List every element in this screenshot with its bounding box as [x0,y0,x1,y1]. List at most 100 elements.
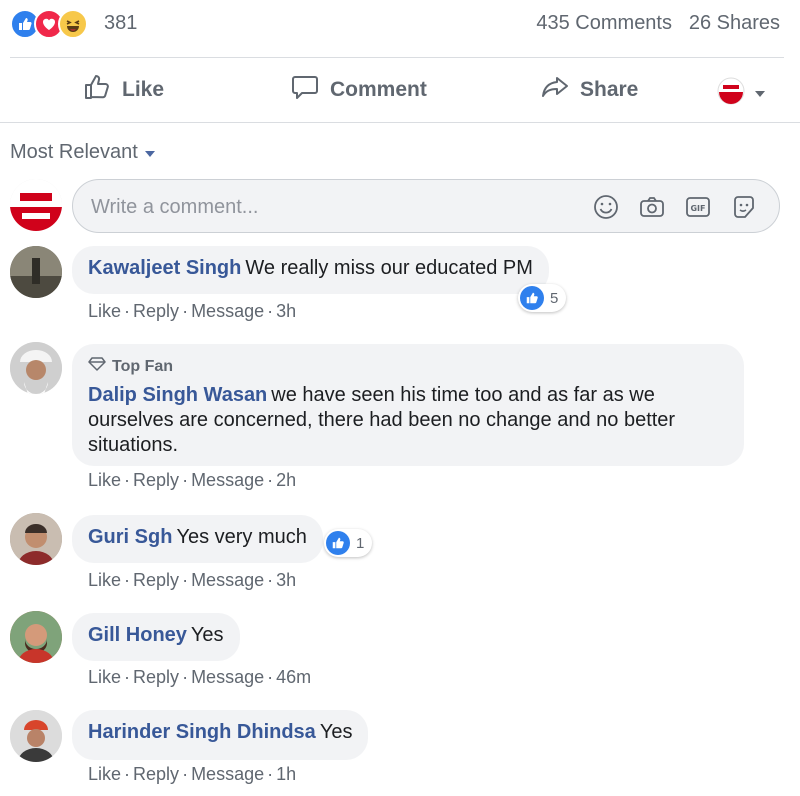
camera-icon[interactable] [637,192,667,222]
divider [10,57,784,58]
share-button[interactable]: Share [540,72,638,108]
comment-reply-link[interactable]: Reply [133,764,179,784]
separator: · [182,667,189,687]
reaction-icons[interactable] [10,9,88,39]
comment-timestamp[interactable]: 46m [276,667,311,687]
comment-input[interactable] [91,192,571,222]
reaction-count[interactable]: 381 [104,12,137,35]
comment-like-link[interactable]: Like [88,470,121,490]
emoji-icon[interactable] [591,192,621,222]
comment-reaction-badge[interactable]: 1 [324,529,373,557]
comment-bubble: Top Fan Dalip Singh Wasan we have seen hi… [72,344,744,466]
reaction-count: 1 [356,534,365,552]
thumbs-up-icon [82,72,112,108]
comment-actions: Like · Reply · Message · 1h [88,764,296,785]
comment-timestamp[interactable]: 3h [276,570,296,590]
comment-message-link[interactable]: Message [191,470,264,490]
avatar[interactable] [10,342,62,394]
comments-count[interactable]: 435 Comments [536,12,672,35]
avatar[interactable] [10,246,62,298]
comment-actions: Like · Reply · Message · 3h [88,570,296,591]
separator: · [267,764,274,784]
comment-text: Yes very much [176,526,307,548]
comment-sort-dropdown[interactable]: Most Relevant [10,141,156,164]
separator: · [267,667,274,687]
top-fan-badge: Top Fan [88,354,728,379]
page-avatar[interactable] [10,179,62,231]
separator: · [124,764,131,784]
like-button[interactable]: Like [82,72,164,108]
separator: · [124,667,131,687]
comment-bubble: Kawaljeet Singh We really miss our educat… [72,246,549,294]
speech-bubble-icon [290,72,320,108]
diamond-icon [88,354,106,379]
comment-actions: Like · Reply · Message · 2h [88,470,296,491]
shares-count[interactable]: 26 Shares [689,12,780,35]
comment-text: Yes [319,721,353,743]
gif-icon[interactable]: GIF [683,192,713,222]
separator: · [182,570,189,590]
separator: · [267,570,274,590]
chevron-down-icon [754,85,766,103]
separator: · [124,301,131,321]
comment-message-link[interactable]: Message [191,570,264,590]
svg-text:GIF: GIF [690,204,705,213]
avatar[interactable] [10,513,62,565]
comment-reaction-badge[interactable]: 5 [518,284,567,312]
comment-message-link[interactable]: Message [191,764,264,784]
comment-author[interactable]: Harinder Singh Dhindsa [88,721,316,743]
comment-reply-link[interactable]: Reply [133,301,179,321]
comment-item: Guri Sgh Yes very much 1 Like · Reply · Messa… [0,513,800,593]
comment-item: Top Fan Dalip Singh Wasan we have seen hi… [0,342,800,498]
sort-label: Most Relevant [10,141,138,163]
comment-author[interactable]: Dalip Singh Wasan [88,384,267,406]
comment-actions: Like · Reply · Message · 46m [88,667,311,688]
top-fan-label: Top Fan [112,358,174,375]
comment-author[interactable]: Guri Sgh [88,526,172,548]
comment-bubble: Gill Honey Yes [72,613,240,661]
comment-item: Gill Honey Yes Like · Reply · Message · 46m [0,611,800,691]
comment-reply-link[interactable]: Reply [133,667,179,687]
comment-author[interactable]: Gill Honey [88,624,187,646]
separator: · [124,570,131,590]
comment-like-link[interactable]: Like [88,667,121,687]
comment-bubble: Harinder Singh Dhindsa Yes [72,710,369,760]
separator: · [182,764,189,784]
comment-item: Kawaljeet Singh We really miss our educat… [0,244,800,324]
comment-reply-link[interactable]: Reply [133,470,179,490]
separator: · [267,470,274,490]
comment-item: Harinder Singh Dhindsa Yes Like · Reply · Mes… [0,708,800,790]
comment-actions: Like · Reply · Message · 3h [88,301,296,322]
comment-button[interactable]: Comment [290,72,427,108]
avatar[interactable] [10,710,62,762]
comment-timestamp[interactable]: 1h [276,764,296,784]
comment-label: Comment [330,78,427,101]
comment-timestamp[interactable]: 3h [276,301,296,321]
separator: · [124,470,131,490]
haha-icon [58,9,88,39]
comment-text: Yes [190,624,224,646]
comment-like-link[interactable]: Like [88,764,121,784]
like-icon [520,286,544,310]
avatar[interactable] [10,611,62,663]
divider [0,122,800,123]
share-arrow-icon [540,72,570,108]
page-selector[interactable] [716,76,766,111]
comment-like-link[interactable]: Like [88,301,121,321]
comment-author[interactable]: Kawaljeet Singh [88,257,241,279]
chevron-down-icon [144,141,156,164]
separator: · [182,301,189,321]
comment-composer[interactable]: GIF [72,179,780,233]
comment-message-link[interactable]: Message [191,667,264,687]
comment-message-link[interactable]: Message [191,301,264,321]
separator: · [267,301,274,321]
comment-timestamp[interactable]: 2h [276,470,296,490]
comment-bubble: Guri Sgh Yes very much [72,515,323,563]
like-icon [326,531,350,555]
comment-reply-link[interactable]: Reply [133,570,179,590]
comment-like-link[interactable]: Like [88,570,121,590]
sticker-icon[interactable] [729,192,759,222]
comment-text: We really miss our educated PM [245,257,533,279]
reactions-summary: 381 435 Comments 26 Shares [0,0,800,50]
like-label: Like [122,78,165,101]
